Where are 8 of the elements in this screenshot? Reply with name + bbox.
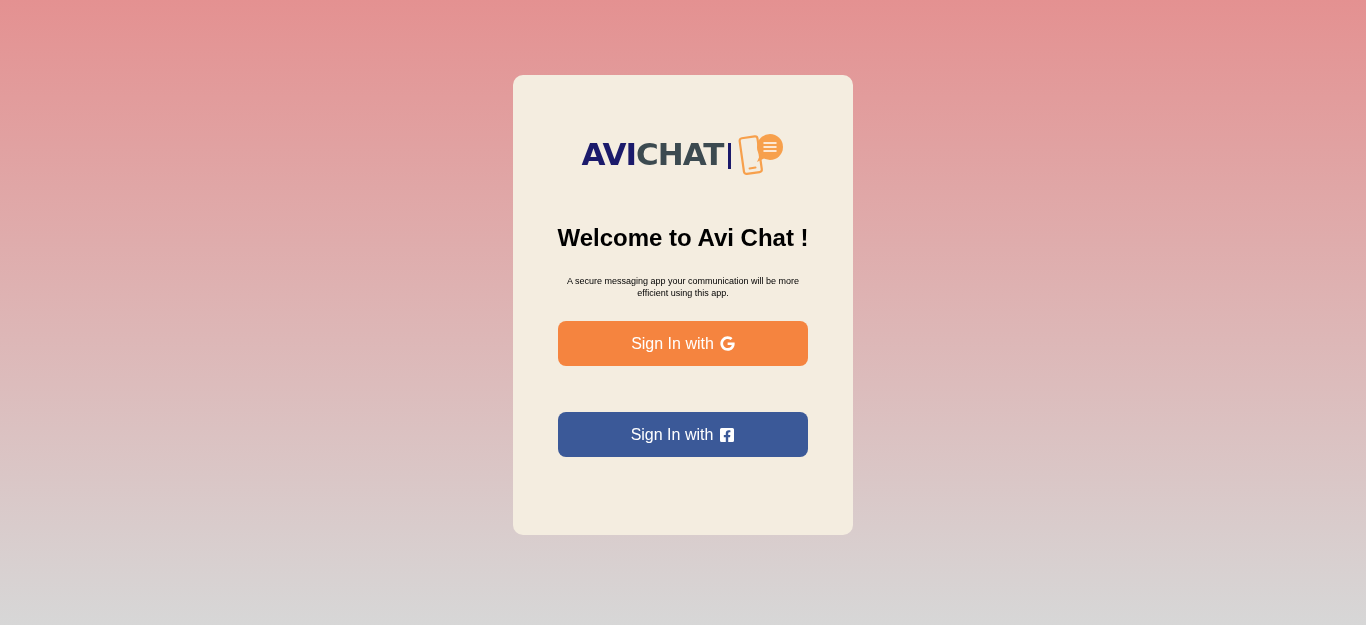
logo-text: AVI xyxy=(581,139,636,170)
facebook-icon xyxy=(719,426,736,443)
phone-chat-icon xyxy=(738,133,785,176)
logo-text: CHAT xyxy=(636,139,724,170)
google-icon xyxy=(719,336,735,351)
app-description: A secure messaging app your communication will be more efficient using this app. xyxy=(565,275,801,299)
welcome-heading: Welcome to Avi Chat ! xyxy=(557,223,809,253)
sign-in-button[interactable]: Sign In with xyxy=(558,412,808,457)
